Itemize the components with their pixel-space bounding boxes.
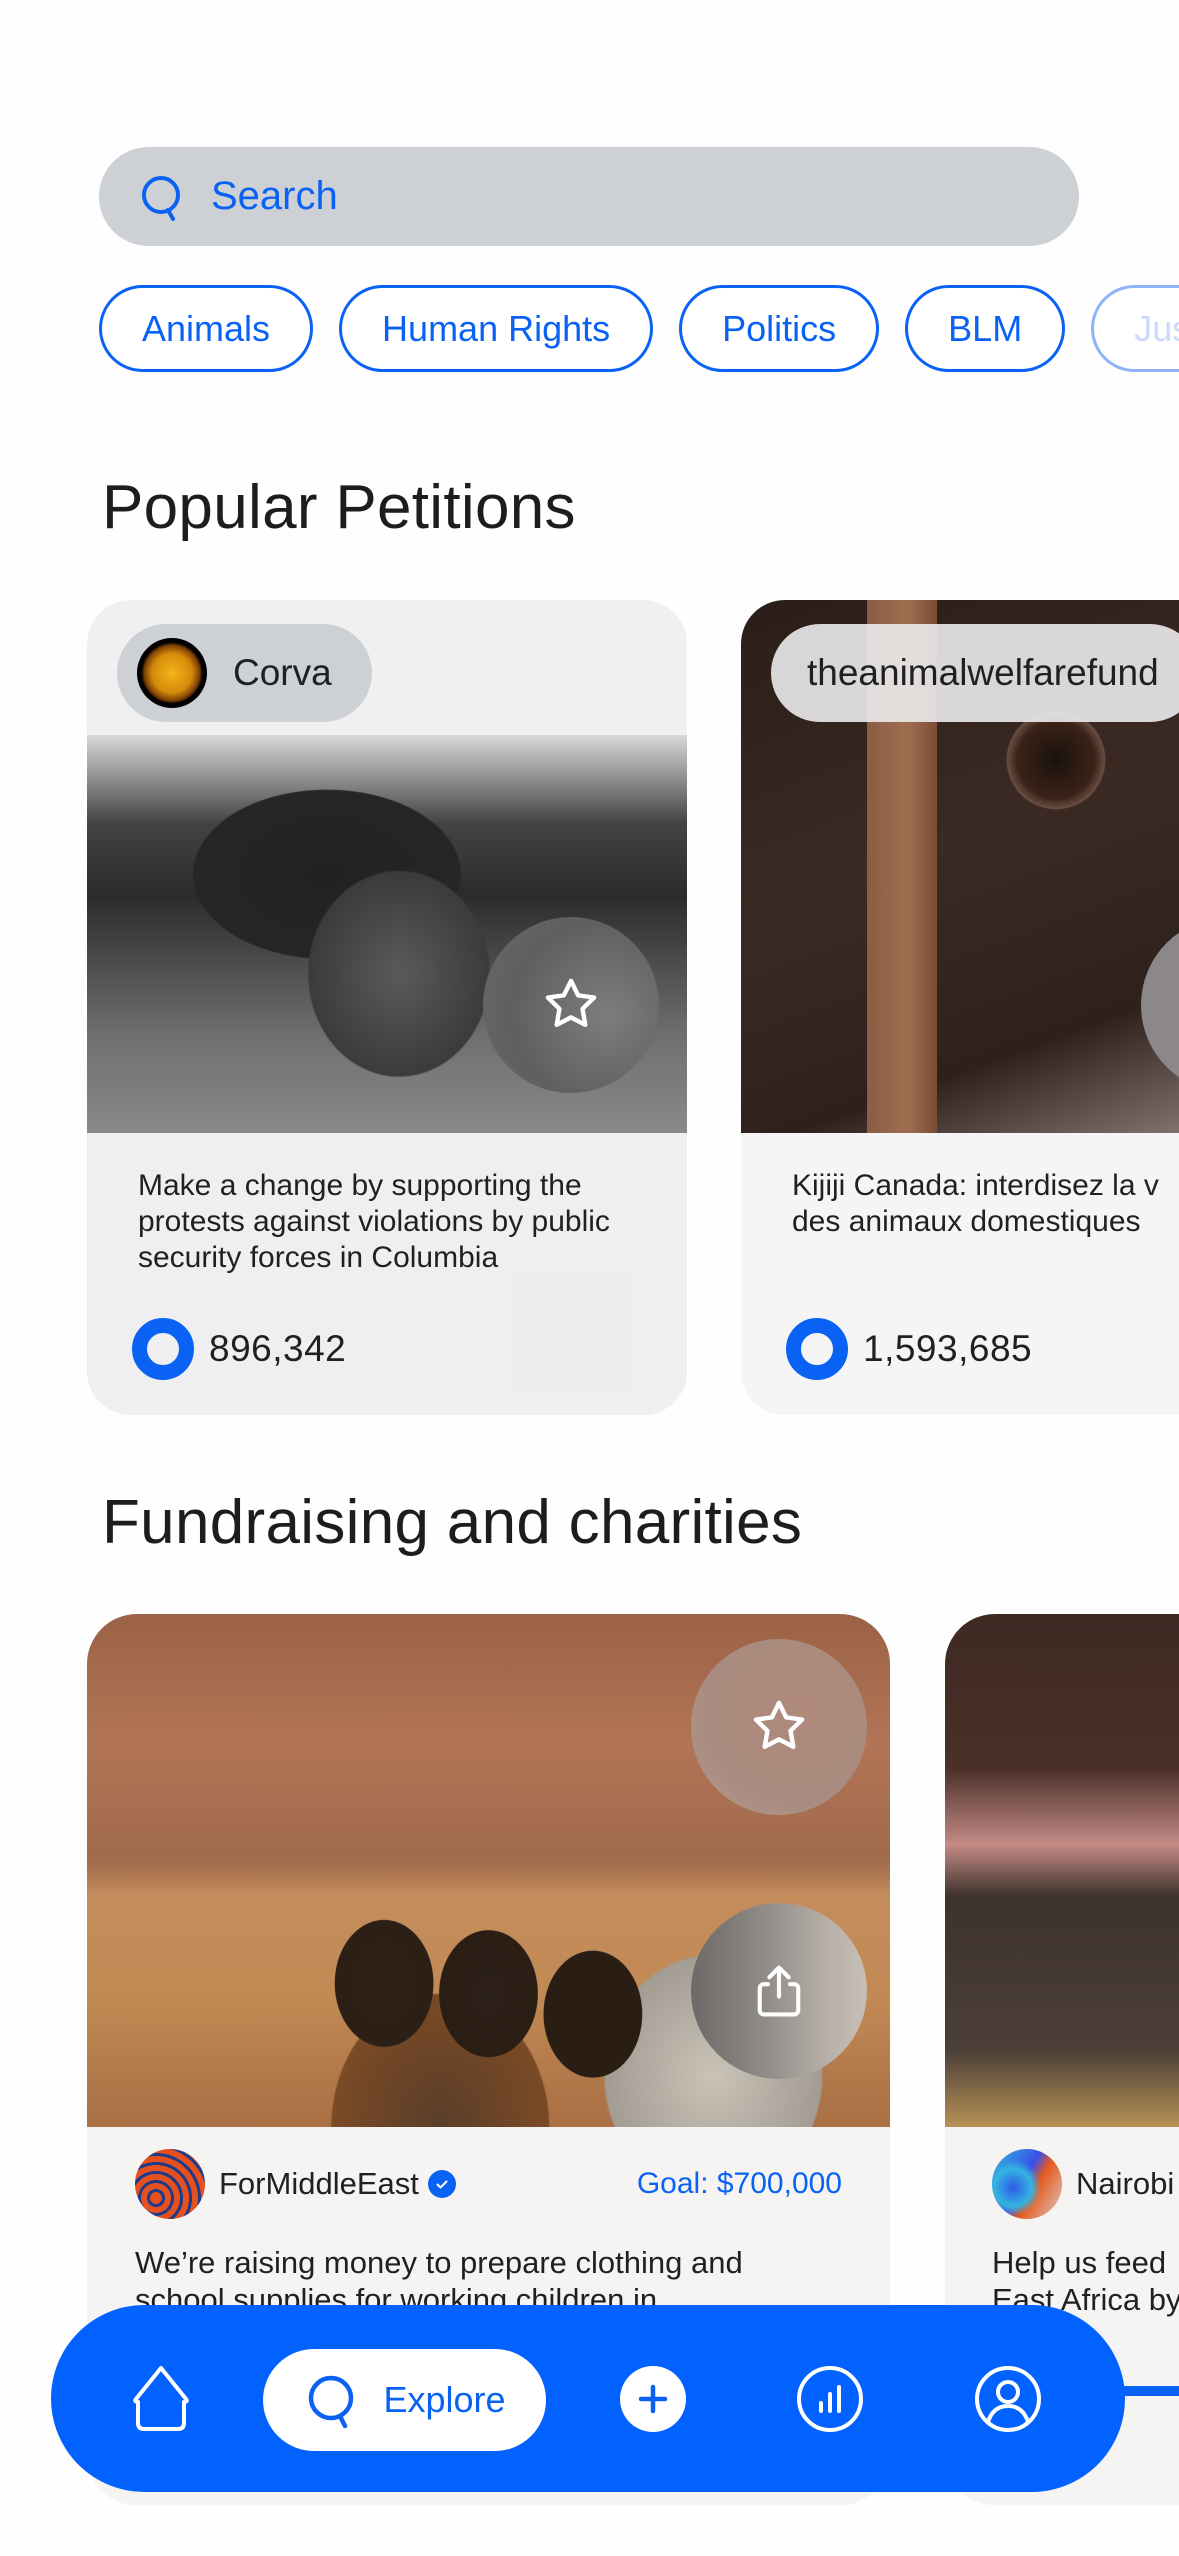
- nav-home[interactable]: [121, 2358, 201, 2438]
- chip-justice[interactable]: Jus: [1091, 285, 1179, 372]
- nav-create[interactable]: [620, 2366, 686, 2432]
- author-name: theanimalwelfarefund: [807, 652, 1159, 693]
- description-line: Help us feed: [992, 2245, 1167, 2280]
- search-icon: [309, 2375, 354, 2429]
- home-icon: [133, 2366, 189, 2431]
- nav-profile[interactable]: [973, 2364, 1043, 2434]
- organizer-name[interactable]: ForMiddleEast: [219, 2166, 419, 2202]
- description-line: Kijiji Canada: interdisez la v: [792, 1169, 1159, 1202]
- nav-explore-label: Explore: [383, 2379, 506, 2420]
- avatar: [135, 2149, 205, 2219]
- search-icon: [142, 175, 180, 221]
- search-placeholder: Search: [211, 174, 338, 218]
- profile-icon: [975, 2366, 1041, 2432]
- chip-human-rights[interactable]: Human Rights: [339, 285, 654, 372]
- search-bar[interactable]: Search: [99, 147, 1079, 246]
- signature-count: 1,593,685: [786, 1318, 1032, 1380]
- section-title-fundraising: Fundraising and charities: [102, 1488, 803, 1557]
- signature-count-value: 896,342: [209, 1328, 347, 1369]
- petition-description: Make a change by supporting the protests…: [138, 1169, 610, 1274]
- chip-blm[interactable]: BLM: [905, 285, 1066, 372]
- petition-description: Kijiji Canada: interdisez la v des anima…: [792, 1168, 1179, 1240]
- share-icon: [757, 1965, 801, 2017]
- verified-badge-icon: [427, 2170, 456, 2198]
- author-name: Corva: [233, 652, 332, 693]
- bottom-nav: Explore: [51, 2305, 1125, 2492]
- fundraising-goal: Goal: $700,000: [636, 2167, 842, 2200]
- chart-icon: [797, 2366, 863, 2432]
- star-icon: [545, 978, 597, 1027]
- description-line: We’re raising money to prepare clothing …: [135, 2245, 743, 2280]
- nav-explore[interactable]: Explore: [263, 2349, 546, 2451]
- signature-ring-icon: [786, 1318, 848, 1380]
- signature-count-value: 1,593,685: [863, 1328, 1033, 1369]
- organizer-row: ForMiddleEast Goal: $700,000: [135, 2149, 842, 2219]
- favorite-button[interactable]: [483, 917, 659, 1093]
- favorite-button[interactable]: [691, 1639, 867, 1815]
- author-chip[interactable]: theanimalwelfarefund: [771, 624, 1179, 722]
- category-chips: Animals Human Rights Politics BLM Jus: [99, 285, 1179, 373]
- section-title-popular-petitions: Popular Petitions: [102, 473, 576, 542]
- petition-card[interactable]: theanimalwelfarefund Kijiji Canada: inte…: [741, 600, 1179, 1415]
- signature-ring-icon: [132, 1318, 194, 1380]
- star-icon: [753, 1700, 805, 1749]
- description-line: des animaux domestiques: [792, 1205, 1141, 1238]
- chip-animals[interactable]: Animals: [99, 285, 314, 372]
- petition-card[interactable]: Corva Make a change by supporting the pr…: [87, 600, 687, 1415]
- nav-stats[interactable]: [795, 2364, 865, 2434]
- avatar: [137, 638, 207, 708]
- organizer-row: Nairobi: [992, 2149, 1179, 2219]
- organizer-name[interactable]: Nairobi: [1076, 2166, 1174, 2202]
- chip-politics[interactable]: Politics: [679, 285, 880, 372]
- avatar: [992, 2149, 1062, 2219]
- share-button[interactable]: [691, 1903, 867, 2079]
- fundraiser-photo: [945, 1614, 1179, 2127]
- plus-icon: [638, 2384, 668, 2414]
- author-chip[interactable]: Corva: [117, 624, 372, 722]
- signature-count: 896,342: [132, 1318, 346, 1380]
